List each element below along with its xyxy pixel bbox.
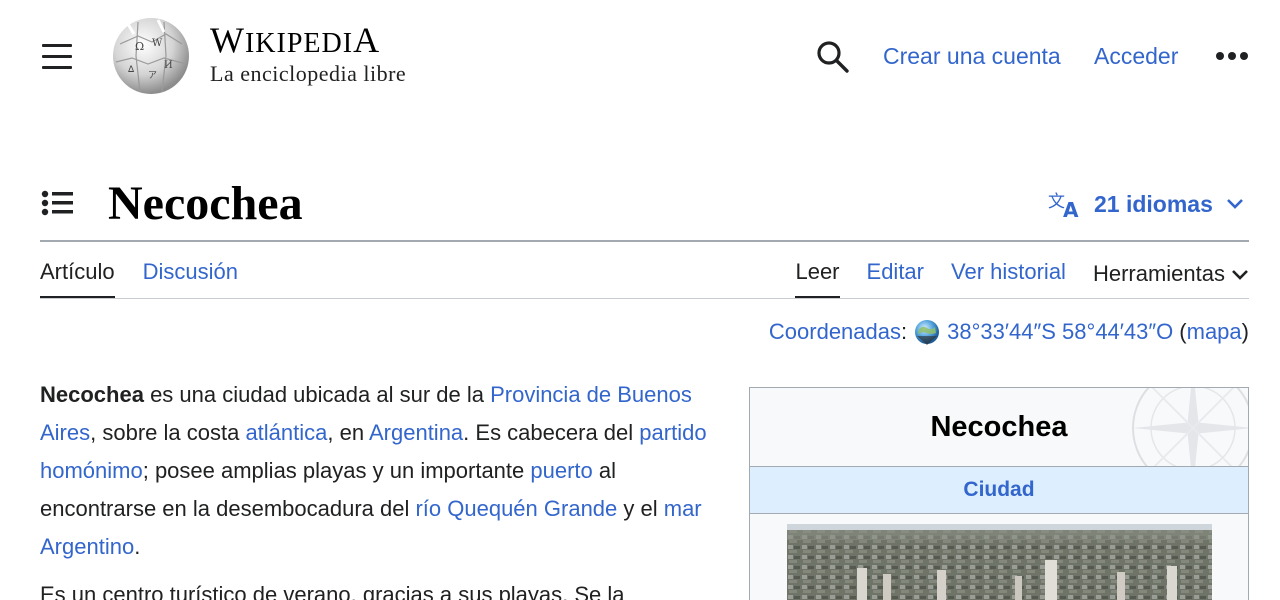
- view-tabs: Leer Editar Ver historial Herramientas: [795, 256, 1249, 299]
- chevron-down-icon: [1232, 270, 1248, 280]
- coordinates-colon: :: [901, 319, 908, 344]
- article-text: , en: [327, 420, 369, 445]
- tools-label: Herramientas: [1092, 261, 1225, 286]
- article-subject: Necochea: [40, 382, 144, 407]
- map-close-paren: ): [1241, 319, 1249, 344]
- tab-edit[interactable]: Editar: [867, 256, 924, 299]
- map-link[interactable]: mapa: [1187, 318, 1242, 346]
- article-text: ; posee amplias playas y un importante: [142, 458, 531, 483]
- tab-read[interactable]: Leer: [795, 256, 840, 299]
- create-account-link[interactable]: Crear una cuenta: [883, 42, 1061, 70]
- map-open-paren: (: [1179, 319, 1187, 344]
- search-icon[interactable]: [814, 38, 850, 74]
- site-tagline: La enciclopedia libre: [210, 61, 407, 86]
- globe-icon: [915, 320, 940, 345]
- svg-text:Ω: Ω: [135, 40, 144, 53]
- wordmark-first: W: [210, 20, 245, 60]
- article-body: Necochea es una ciudad ubicada al sur de…: [40, 376, 720, 600]
- tools-dropdown[interactable]: Herramientas: [1093, 256, 1249, 299]
- article-text: es una ciudad ubicada al sur de la: [143, 382, 491, 407]
- wikipedia-globe-logo[interactable]: Ω W И ᐃ ア: [108, 16, 194, 96]
- link-atlantica[interactable]: atlántica: [245, 420, 327, 445]
- language-icon: 文 A: [1048, 192, 1079, 219]
- article-text: .: [134, 534, 141, 559]
- chevron-down-icon: [1226, 199, 1243, 209]
- namespace-tabs: Artículo Discusión: [40, 256, 238, 299]
- wikipedia-wordmark[interactable]: WIKIPEDIA: [210, 20, 380, 64]
- infobox: Necochea Ciudad: [749, 387, 1249, 600]
- main-menu-button[interactable]: [40, 42, 74, 70]
- ellipsis-dot: [1240, 52, 1248, 60]
- title-divider: [40, 240, 1249, 242]
- svg-text:W: W: [152, 38, 163, 49]
- article-text: . Es cabecera del: [463, 420, 640, 445]
- more-options-button[interactable]: [1212, 46, 1252, 66]
- link-rio-quequen-grande[interactable]: río Quequén Grande: [415, 496, 617, 521]
- language-selector-button[interactable]: 文 A 21 idiomas: [1048, 186, 1245, 222]
- toc-icon[interactable]: [40, 188, 76, 220]
- hamburger-line: [42, 66, 72, 69]
- ellipsis-dot: [1228, 52, 1236, 60]
- city-aerial-photo[interactable]: [787, 524, 1212, 600]
- link-puerto[interactable]: puerto: [530, 458, 592, 483]
- tab-discussion[interactable]: Discusión: [143, 256, 238, 299]
- wordmark-mid: IKIPEDI: [244, 28, 354, 59]
- infobox-title: Necochea: [930, 410, 1068, 443]
- infobox-type-link[interactable]: Ciudad: [750, 466, 1248, 514]
- page-title: Necochea: [108, 177, 303, 230]
- article-text: y el: [617, 496, 664, 521]
- svg-text:A: A: [1063, 198, 1079, 219]
- coordinates-value-link[interactable]: 38°33′44″S 58°44′43″O: [947, 318, 1173, 346]
- ellipsis-icon: [1216, 52, 1224, 60]
- site-header: Ω W И ᐃ ア WIKIPEDIA La enciclopedia libr…: [0, 0, 1280, 110]
- tab-article[interactable]: Artículo: [40, 256, 115, 299]
- svg-text:ア: ア: [148, 71, 157, 81]
- coordinates: Coordenadas: 38°33′44″S 58°44′43″O (mapa…: [769, 318, 1249, 346]
- login-link[interactable]: Acceder: [1094, 42, 1178, 70]
- language-count: 21 idiomas: [1094, 190, 1213, 217]
- tabs-divider: [40, 298, 1249, 299]
- svg-text:ᐃ: ᐃ: [128, 65, 135, 75]
- link-argentina[interactable]: Argentina: [369, 420, 463, 445]
- tab-history[interactable]: Ver historial: [951, 256, 1066, 299]
- coordinates-label-link[interactable]: Coordenadas: [769, 318, 901, 346]
- hamburger-icon: [42, 44, 72, 47]
- wordmark-last: A: [353, 20, 381, 60]
- article-paragraph-2: Es un centro turístico de verano, gracia…: [40, 582, 625, 600]
- svg-text:И: И: [164, 60, 173, 71]
- article-text: , sobre la costa: [90, 420, 246, 445]
- hamburger-line: [42, 55, 72, 58]
- article-paragraph: Necochea es una ciudad ubicada al sur de…: [40, 376, 720, 566]
